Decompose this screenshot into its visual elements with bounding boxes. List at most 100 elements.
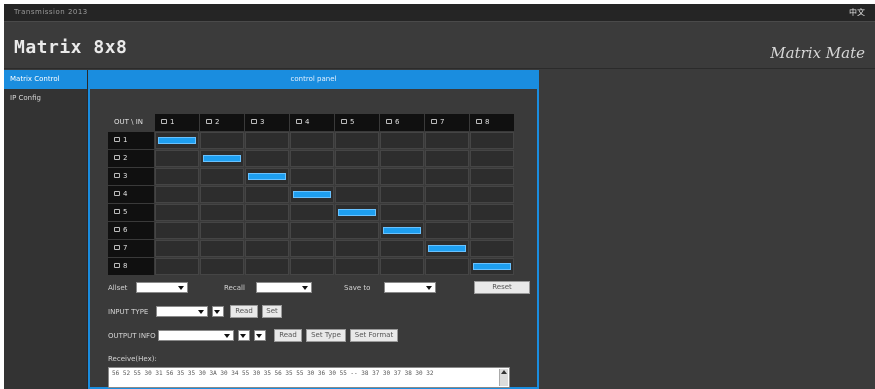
matrix-cell[interactable] <box>425 168 469 185</box>
input-type-subselect[interactable] <box>212 306 224 317</box>
matrix-cell[interactable] <box>335 222 379 239</box>
matrix-cell[interactable] <box>155 222 199 239</box>
input-type-select[interactable] <box>156 306 208 317</box>
output-header-label: 8 <box>123 262 128 270</box>
matrix-cell[interactable] <box>200 186 244 203</box>
matrix-cell[interactable] <box>335 168 379 185</box>
matrix-cell[interactable] <box>200 168 244 185</box>
matrix-cell[interactable] <box>290 240 334 257</box>
save-to-select[interactable] <box>384 282 436 293</box>
language-icon[interactable]: 中文 <box>849 7 865 18</box>
matrix-cell[interactable] <box>245 168 289 185</box>
output-info-controls: OUTPUT INFO Read Set Type Set Format <box>108 329 528 345</box>
matrix-cell[interactable] <box>155 168 199 185</box>
matrix-cell[interactable] <box>245 240 289 257</box>
matrix-cell[interactable] <box>245 222 289 239</box>
matrix-cell[interactable] <box>380 240 424 257</box>
matrix-cell[interactable] <box>290 168 334 185</box>
chevron-down-icon <box>240 334 246 338</box>
matrix-cell[interactable] <box>380 150 424 167</box>
matrix-cell[interactable] <box>470 204 514 221</box>
chevron-down-icon <box>214 310 220 314</box>
matrix-cell[interactable] <box>155 204 199 221</box>
matrix-cell[interactable] <box>380 132 424 149</box>
matrix-cell[interactable] <box>380 168 424 185</box>
scrollbar[interactable] <box>499 369 508 386</box>
matrix-cell[interactable] <box>290 222 334 239</box>
matrix-cell[interactable] <box>470 222 514 239</box>
matrix-cell[interactable] <box>470 240 514 257</box>
output-header-label: 1 <box>123 136 128 144</box>
matrix-cell[interactable] <box>425 240 469 257</box>
receive-textarea[interactable]: 56 52 55 30 31 56 35 35 30 3A 30 34 55 3… <box>108 367 510 388</box>
matrix-cell[interactable] <box>200 222 244 239</box>
set-format-button[interactable]: Set Format <box>350 329 398 342</box>
allset-select[interactable] <box>136 282 188 293</box>
matrix-cell[interactable] <box>245 258 289 275</box>
output-header-label: 2 <box>123 154 128 162</box>
matrix-cell[interactable] <box>470 150 514 167</box>
matrix-cell[interactable] <box>200 240 244 257</box>
matrix-cell[interactable] <box>155 258 199 275</box>
matrix-cell[interactable] <box>155 132 199 149</box>
matrix-cell[interactable] <box>245 150 289 167</box>
matrix-cell[interactable] <box>200 132 244 149</box>
matrix-cell[interactable] <box>335 258 379 275</box>
matrix-cell[interactable] <box>470 186 514 203</box>
sidebar-item-matrix-control[interactable]: Matrix Control <box>4 70 87 89</box>
matrix-cell[interactable] <box>380 258 424 275</box>
matrix-cell[interactable] <box>335 204 379 221</box>
output-info-subselect-1[interactable] <box>238 330 250 341</box>
matrix-cell[interactable] <box>335 150 379 167</box>
chevron-up-icon[interactable] <box>501 370 507 374</box>
matrix-cell[interactable] <box>380 222 424 239</box>
matrix-cell[interactable] <box>290 150 334 167</box>
read-input-button[interactable]: Read <box>230 305 258 318</box>
matrix-cell[interactable] <box>425 186 469 203</box>
set-input-button[interactable]: Set <box>262 305 282 318</box>
input-header-label: 3 <box>260 118 265 126</box>
matrix-cell[interactable] <box>335 186 379 203</box>
reset-button[interactable]: Reset <box>474 281 530 294</box>
matrix-cell[interactable] <box>155 150 199 167</box>
matrix-cell[interactable] <box>200 258 244 275</box>
matrix-cell[interactable] <box>290 258 334 275</box>
matrix-cell[interactable] <box>425 204 469 221</box>
output-info-subselect-2[interactable] <box>254 330 266 341</box>
matrix-cell[interactable] <box>290 186 334 203</box>
matrix-cell[interactable] <box>200 204 244 221</box>
matrix-cell[interactable] <box>380 186 424 203</box>
matrix-cell[interactable] <box>245 186 289 203</box>
output-info-label: OUTPUT INFO <box>108 332 156 340</box>
output-info-select[interactable] <box>158 330 234 341</box>
matrix-cell[interactable] <box>470 168 514 185</box>
matrix-cell[interactable] <box>155 240 199 257</box>
matrix-cell[interactable] <box>425 132 469 149</box>
preset-controls: Allset Recall Save to Reset <box>108 281 530 297</box>
matrix-cell[interactable] <box>470 258 514 275</box>
matrix-cell[interactable] <box>245 132 289 149</box>
matrix-cell[interactable] <box>425 222 469 239</box>
matrix-cell[interactable] <box>245 204 289 221</box>
matrix-cell[interactable] <box>425 150 469 167</box>
read-output-button[interactable]: Read <box>274 329 302 342</box>
window-title-tab[interactable]: Transmission 2013 <box>14 8 88 16</box>
matrix-cell[interactable] <box>470 132 514 149</box>
lock-icon <box>341 119 347 124</box>
lock-icon <box>386 119 392 124</box>
matrix-cell[interactable] <box>200 150 244 167</box>
lock-icon <box>296 119 302 124</box>
sidebar-item-ip-config[interactable]: IP Config <box>4 89 87 108</box>
matrix-cell[interactable] <box>290 132 334 149</box>
matrix-cell[interactable] <box>335 132 379 149</box>
input-type-label: INPUT TYPE <box>108 308 149 316</box>
set-type-button[interactable]: Set Type <box>306 329 346 342</box>
matrix-cell[interactable] <box>335 240 379 257</box>
matrix-cell[interactable] <box>425 258 469 275</box>
recall-select[interactable] <box>256 282 312 293</box>
matrix-cell[interactable] <box>290 204 334 221</box>
chevron-down-icon <box>178 286 184 290</box>
matrix-cell[interactable] <box>380 204 424 221</box>
matrix-cell[interactable] <box>155 186 199 203</box>
matrix-corner-label: OUT \ IN <box>114 118 144 126</box>
